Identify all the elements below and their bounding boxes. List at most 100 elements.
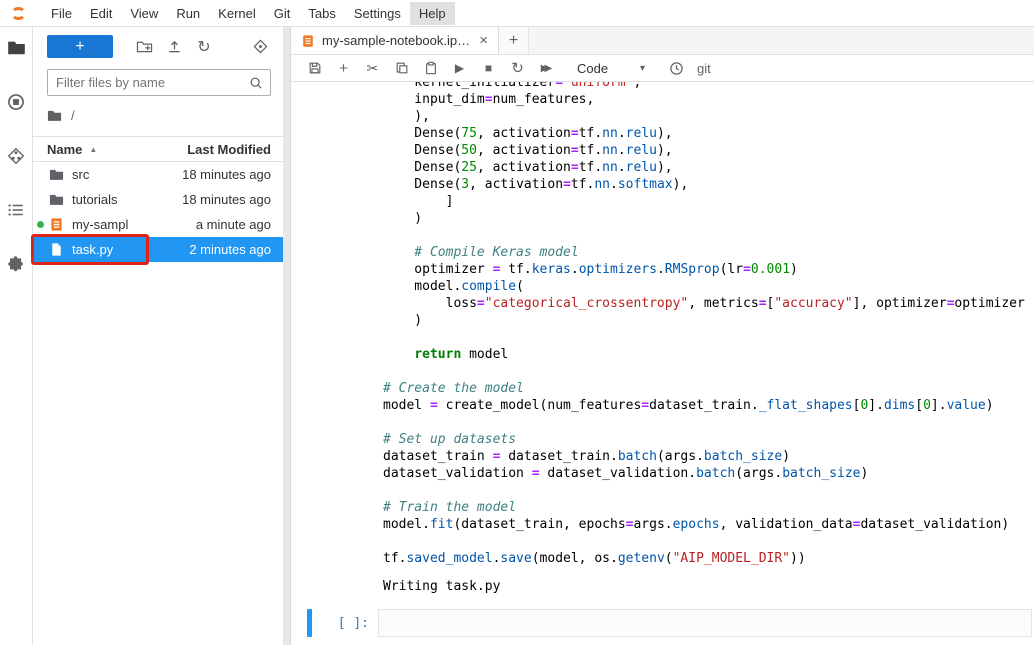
file-browser-toolbar: + ↻	[33, 27, 283, 62]
column-last-modified[interactable]: Last Modified	[187, 142, 271, 157]
code-line: ),	[383, 108, 1034, 125]
code-line: model.fit(dataset_train, epochs=args.epo…	[383, 516, 1034, 533]
code-line: model = create_model(num_features=datase…	[383, 397, 1034, 414]
file-name: my-sampl	[72, 217, 196, 232]
code-line: ]	[383, 193, 1034, 210]
clock-icon[interactable]	[669, 61, 684, 76]
code-line: Dense(25, activation=tf.nn.relu),	[383, 159, 1034, 176]
tab-my-sample-notebook[interactable]: my-sample-notebook.ipynb ×	[291, 27, 499, 54]
paste-icon[interactable]	[416, 61, 445, 75]
cell-prompt: [ ]:	[312, 609, 378, 637]
empty-cell: [ ]:	[307, 609, 1032, 637]
code-line	[383, 363, 1034, 380]
file-name: src	[72, 167, 182, 182]
run-icon[interactable]: ▶	[445, 61, 474, 75]
file-icon	[49, 242, 65, 258]
left-sidebar	[0, 27, 33, 645]
notebook-tab-bar: my-sample-notebook.ipynb × +	[291, 27, 1034, 55]
cell-type-value: Code	[577, 61, 608, 76]
menu-item-settings[interactable]: Settings	[345, 2, 410, 25]
file-filter	[47, 69, 271, 96]
code-line: Dense(50, activation=tf.nn.relu),	[383, 142, 1034, 159]
tab-label: my-sample-notebook.ipynb	[322, 33, 470, 48]
code-line: # Set up datasets	[383, 431, 1034, 448]
notebook-toolbar: +✂ ▶■↻▶▶ Code ▾ git	[291, 55, 1034, 82]
stop-icon[interactable]: ■	[474, 61, 503, 75]
panel-splitter[interactable]	[283, 27, 291, 645]
refresh-icon[interactable]: ↻	[195, 38, 213, 56]
code-line: # Create the model	[383, 380, 1034, 397]
code-line: )	[383, 312, 1034, 329]
code-line: loss="categorical_crossentropy", metrics…	[383, 295, 1034, 312]
file-modified: 18 minutes ago	[182, 192, 271, 207]
file-browser: + ↻ / Name	[33, 27, 283, 645]
file-list-header: Name ▲ Last Modified	[33, 136, 283, 162]
search-icon	[249, 76, 263, 93]
notebook-content: kernel_initializer='uniform', input_dim=…	[291, 82, 1034, 645]
running-sessions-icon[interactable]	[7, 92, 26, 111]
cell-output: Writing task.py	[383, 579, 1034, 594]
menu-item-tabs[interactable]: Tabs	[299, 2, 344, 25]
save-icon[interactable]	[300, 61, 329, 75]
notebook-file-icon	[301, 34, 315, 48]
cell-type-dropdown[interactable]: Code ▾	[567, 59, 653, 78]
restart-icon[interactable]: ↻	[503, 59, 532, 77]
code-line: input_dim=num_features,	[383, 91, 1034, 108]
code-line: tf.saved_model.save(model, os.getenv("AI…	[383, 550, 1034, 567]
new-tab-button[interactable]: +	[499, 27, 529, 54]
code-line	[383, 329, 1034, 346]
code-line: # Compile Keras model	[383, 244, 1034, 261]
home-folder-icon[interactable]	[47, 108, 62, 123]
upload-icon[interactable]	[165, 38, 183, 56]
extension-manager-icon[interactable]	[7, 254, 26, 273]
main-area: my-sample-notebook.ipynb × + +✂▶■↻▶▶ Cod…	[291, 27, 1034, 645]
file-modified: a minute ago	[196, 217, 271, 232]
git-toolbar-label[interactable]: git	[697, 61, 711, 76]
jupyter-logo-icon	[11, 4, 30, 23]
code-line: return model	[383, 346, 1034, 363]
file-modified: 2 minutes ago	[189, 242, 271, 257]
git-sidebar-icon[interactable]	[7, 146, 26, 165]
cut-icon[interactable]: ✂	[358, 60, 387, 77]
code-line	[383, 533, 1034, 550]
new-folder-icon[interactable]	[135, 38, 153, 56]
column-name[interactable]: Name ▲	[47, 142, 187, 157]
new-launcher-button[interactable]: +	[47, 35, 113, 58]
code-line	[383, 227, 1034, 244]
file-row-task.py[interactable]: task.py2 minutes ago	[33, 237, 283, 262]
code-line: )	[383, 210, 1034, 227]
insert-cell-icon[interactable]: +	[329, 60, 358, 77]
file-row-tutorials[interactable]: tutorials18 minutes ago	[33, 187, 283, 212]
sort-ascending-icon: ▲	[89, 145, 97, 154]
run-all-icon[interactable]: ▶▶	[532, 63, 561, 74]
file-browser-icon[interactable]	[7, 38, 26, 57]
menu-item-git[interactable]: Git	[265, 2, 300, 25]
tab-close-icon[interactable]: ×	[477, 32, 490, 49]
breadcrumb[interactable]: /	[33, 96, 283, 136]
menu-item-view[interactable]: View	[121, 2, 167, 25]
chevron-down-icon: ▾	[640, 63, 645, 74]
notebook-toolbar-icons: +✂ ▶■↻▶▶	[300, 59, 561, 77]
code-line: Dense(3, activation=tf.nn.softmax),	[383, 176, 1034, 193]
git-clone-icon[interactable]	[251, 38, 269, 56]
empty-cell-editor[interactable]	[378, 609, 1032, 637]
menu-item-file[interactable]: File	[42, 2, 81, 25]
file-row-my-sampl[interactable]: my-sampla minute ago	[33, 212, 283, 237]
copy-icon[interactable]	[387, 61, 416, 75]
code-cell-editor[interactable]: kernel_initializer='uniform', input_dim=…	[383, 82, 1034, 567]
file-name: tutorials	[72, 192, 182, 207]
code-line: dataset_train = dataset_train.batch(args…	[383, 448, 1034, 465]
file-row-src[interactable]: src18 minutes ago	[33, 162, 283, 187]
code-line: # Train the model	[383, 499, 1034, 516]
menu-item-help[interactable]: Help	[410, 2, 455, 25]
running-indicator	[37, 221, 44, 228]
folder-icon	[49, 167, 65, 183]
table-of-contents-icon[interactable]	[7, 200, 26, 219]
file-filter-input[interactable]	[47, 69, 271, 96]
file-list: src18 minutes agotutorials18 minutes ago…	[33, 162, 283, 262]
menu-bar-items: FileEditViewRunKernelGitTabsSettingsHelp	[42, 2, 455, 25]
menu-item-run[interactable]: Run	[167, 2, 209, 25]
menu-item-kernel[interactable]: Kernel	[209, 2, 265, 25]
menu-item-edit[interactable]: Edit	[81, 2, 121, 25]
folder-icon	[49, 192, 65, 208]
